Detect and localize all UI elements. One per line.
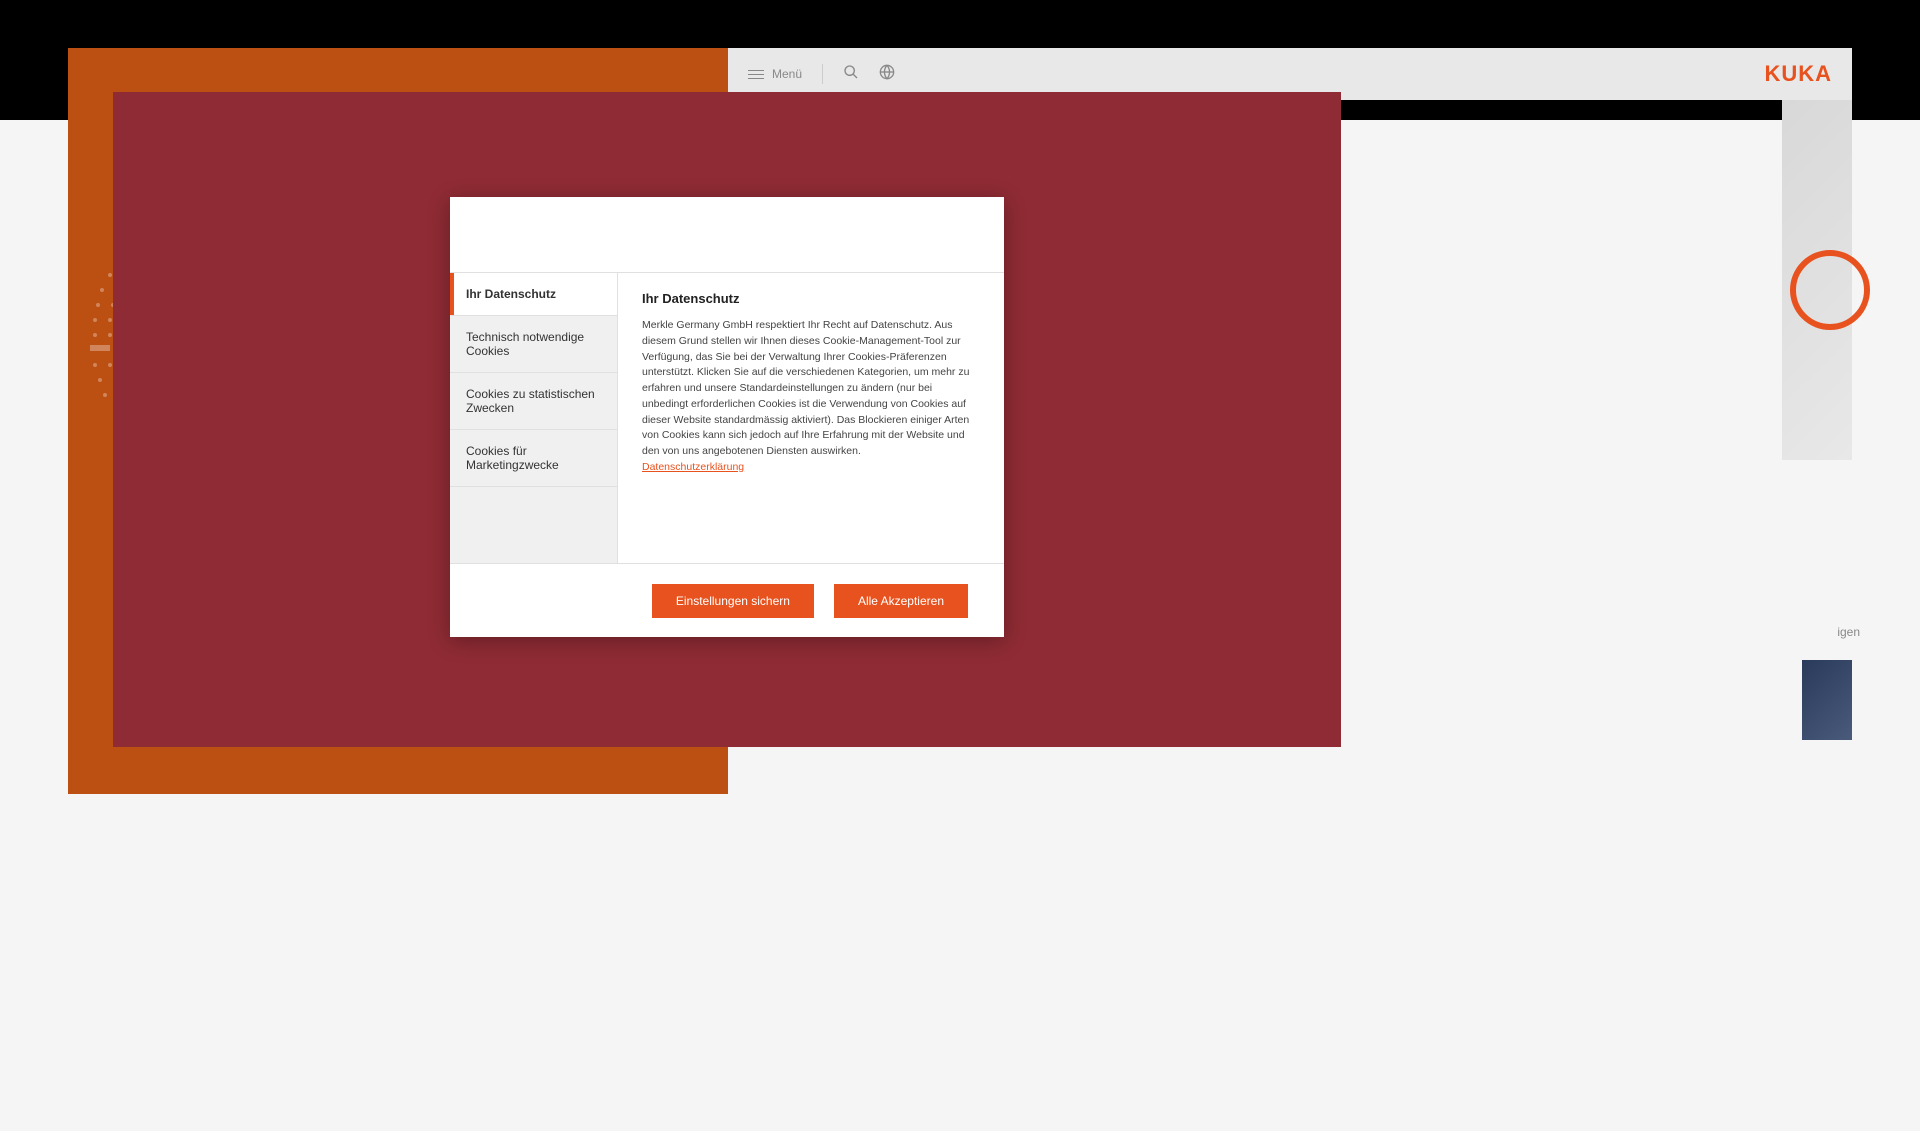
accept-all-button[interactable]: Alle Akzeptieren <box>834 584 968 618</box>
globe-icon[interactable] <box>879 64 895 85</box>
menu-button[interactable]: Menü <box>748 67 802 81</box>
kuka-logo[interactable]: KUKA <box>1764 61 1832 87</box>
search-icon[interactable] <box>843 64 859 85</box>
tab-marketing-cookies[interactable]: Cookies für Marketingzwecke <box>450 430 617 487</box>
content-body-text: Merkle Germany GmbH respektiert Ihr Rech… <box>642 318 980 476</box>
save-settings-button[interactable]: Einstellungen sichern <box>652 584 814 618</box>
tab-privacy[interactable]: Ihr Datenschutz <box>450 273 617 316</box>
modal-header <box>450 197 1004 273</box>
tab-label: Cookies für Marketingzwecke <box>466 444 559 472</box>
tab-statistical-cookies[interactable]: Cookies zu statistischen Zwecken <box>450 373 617 430</box>
modal-content: Ihr Datenschutz Merkle Germany GmbH resp… <box>618 273 1004 563</box>
cookie-consent-modal: Ihr Datenschutz Technisch notwendige Coo… <box>450 197 1004 637</box>
side-thumbnail <box>1802 660 1852 740</box>
header-divider <box>822 64 823 84</box>
tab-technical-cookies[interactable]: Technisch notwendige Cookies <box>450 316 617 373</box>
tab-label: Cookies zu statistischen Zwecken <box>466 387 595 415</box>
content-body-span: Merkle Germany GmbH respektiert Ihr Rech… <box>642 319 969 457</box>
privacy-policy-link[interactable]: Datenschutzerklärung <box>642 461 744 473</box>
side-text-fragment: igen <box>1837 625 1860 639</box>
modal-body: Ihr Datenschutz Technisch notwendige Coo… <box>450 273 1004 563</box>
hero-highlight-circle <box>1790 250 1870 330</box>
modal-footer: Einstellungen sichern Alle Akzeptieren <box>450 563 1004 637</box>
menu-label: Menü <box>772 67 802 81</box>
tab-label: Technisch notwendige Cookies <box>466 330 584 358</box>
modal-sidebar: Ihr Datenschutz Technisch notwendige Coo… <box>450 273 618 563</box>
tab-label: Ihr Datenschutz <box>466 287 556 301</box>
content-title: Ihr Datenschutz <box>642 291 980 306</box>
hamburger-icon <box>748 70 764 79</box>
